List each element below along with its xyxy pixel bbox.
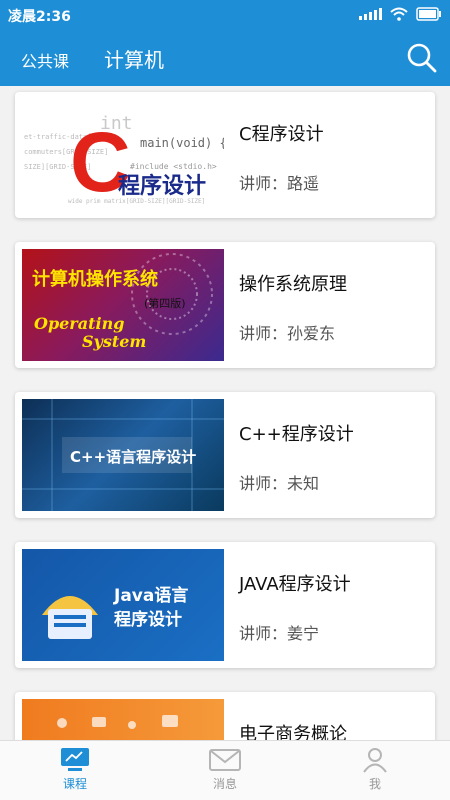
svg-text:#include <stdio.h>: #include <stdio.h> — [130, 162, 217, 171]
tab-me[interactable]: 我 — [335, 747, 415, 792]
course-card[interactable]: C++语言程序设计 C++程序设计 讲师：未知 — [15, 392, 435, 518]
java-programming-cover-image: Java语言 程序设计 — [42, 585, 188, 639]
svg-text:main(void) {: main(void) { — [140, 136, 224, 150]
course-title: 操作系统原理 — [239, 274, 347, 295]
course-card[interactable]: 计算机操作系统 (第四版) Operating System 操作系统原理 讲师… — [15, 242, 435, 368]
course-thumbnail — [22, 699, 224, 740]
status-icons — [359, 7, 442, 21]
public-course-tab[interactable]: 公共课 — [21, 48, 69, 72]
course-title: JAVA程序设计 — [239, 574, 351, 595]
course-lecturer: 讲师：路遥 — [239, 174, 320, 193]
tab-courses[interactable]: 课程 — [35, 747, 115, 792]
svg-text:程序设计: 程序设计 — [114, 609, 182, 630]
c-programming-cover-image: int main(void) { #include <stdio.h> et-t… — [24, 113, 224, 209]
svg-text:程序设计: 程序设计 — [118, 173, 206, 199]
operating-system-cover-image: 计算机操作系统 (第四版) Operating System — [32, 253, 213, 351]
course-title: 电子商务概论 — [239, 724, 347, 740]
battery-icon — [416, 7, 441, 21]
page-title: 计算机 — [104, 48, 164, 72]
course-card[interactable]: int main(void) { #include <stdio.h> et-t… — [15, 92, 435, 218]
course-lecturer: 讲师：姜宁 — [239, 624, 320, 643]
tab-messages[interactable]: 消息 — [185, 747, 265, 792]
course-card[interactable]: Java语言 程序设计 JAVA程序设计 讲师：姜宁 — [15, 542, 435, 668]
svg-text:Java语言: Java语言 — [113, 585, 188, 606]
svg-text:System: System — [82, 332, 146, 351]
course-thumbnail: 计算机操作系统 (第四版) Operating System — [22, 249, 224, 361]
tab-label: 我 — [368, 777, 381, 791]
mail-icon — [209, 749, 241, 771]
svg-text:(第四版): (第四版) — [144, 296, 186, 310]
signal-icon — [359, 8, 382, 20]
course-thumbnail: Java语言 程序设计 — [22, 549, 224, 661]
svg-text:计算机操作系统: 计算机操作系统 — [32, 268, 158, 290]
course-title: C程序设计 — [239, 124, 324, 145]
ecommerce-cover-image — [57, 715, 178, 729]
tab-label: 消息 — [212, 777, 237, 791]
cpp-programming-cover-image: C++语言程序设计 — [22, 399, 224, 511]
course-lecturer: 讲师：孙爱东 — [239, 324, 336, 343]
tab-label: 课程 — [62, 777, 87, 791]
course-thumbnail: int main(void) { #include <stdio.h> et-t… — [22, 99, 224, 211]
svg-text:C++语言程序设计: C++语言程序设计 — [70, 448, 196, 466]
course-thumbnail: C++语言程序设计 — [22, 399, 224, 511]
search-icon[interactable] — [406, 42, 438, 74]
monitor-icon — [61, 748, 89, 771]
course-card[interactable]: 电子商务概论 — [15, 692, 435, 740]
wifi-icon — [390, 7, 408, 21]
course-list[interactable]: int main(void) { #include <stdio.h> et-t… — [0, 86, 450, 740]
course-lecturer: 讲师：未知 — [239, 474, 320, 493]
app-bar: 公共课 计算机 — [0, 32, 450, 86]
course-title: C++程序设计 — [239, 424, 354, 445]
bottom-tab-bar: 课程 消息 我 — [0, 740, 450, 800]
status-bar: 凌晨2:36 — [0, 0, 450, 32]
status-time: 凌晨2:36 — [8, 9, 71, 25]
user-icon — [363, 748, 387, 773]
svg-text:Operating: Operating — [34, 314, 124, 333]
